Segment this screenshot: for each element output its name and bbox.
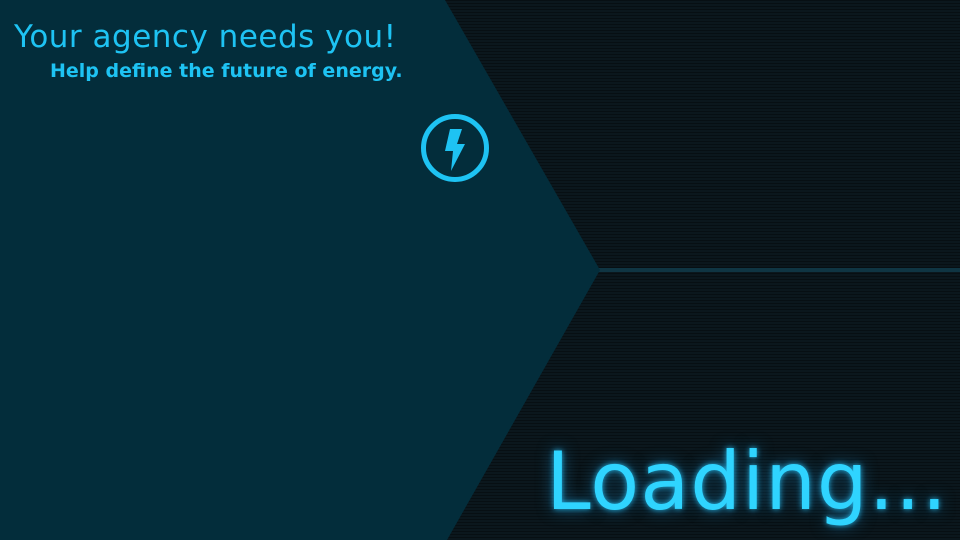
loading-screen: Your agency needs you! Help define the f…	[0, 0, 960, 540]
loading-label: Loading...	[546, 435, 948, 528]
lightning-bolt-icon	[421, 114, 489, 182]
headline: Your agency needs you!	[14, 19, 397, 55]
subheadline: Help define the future of energy.	[50, 60, 403, 82]
